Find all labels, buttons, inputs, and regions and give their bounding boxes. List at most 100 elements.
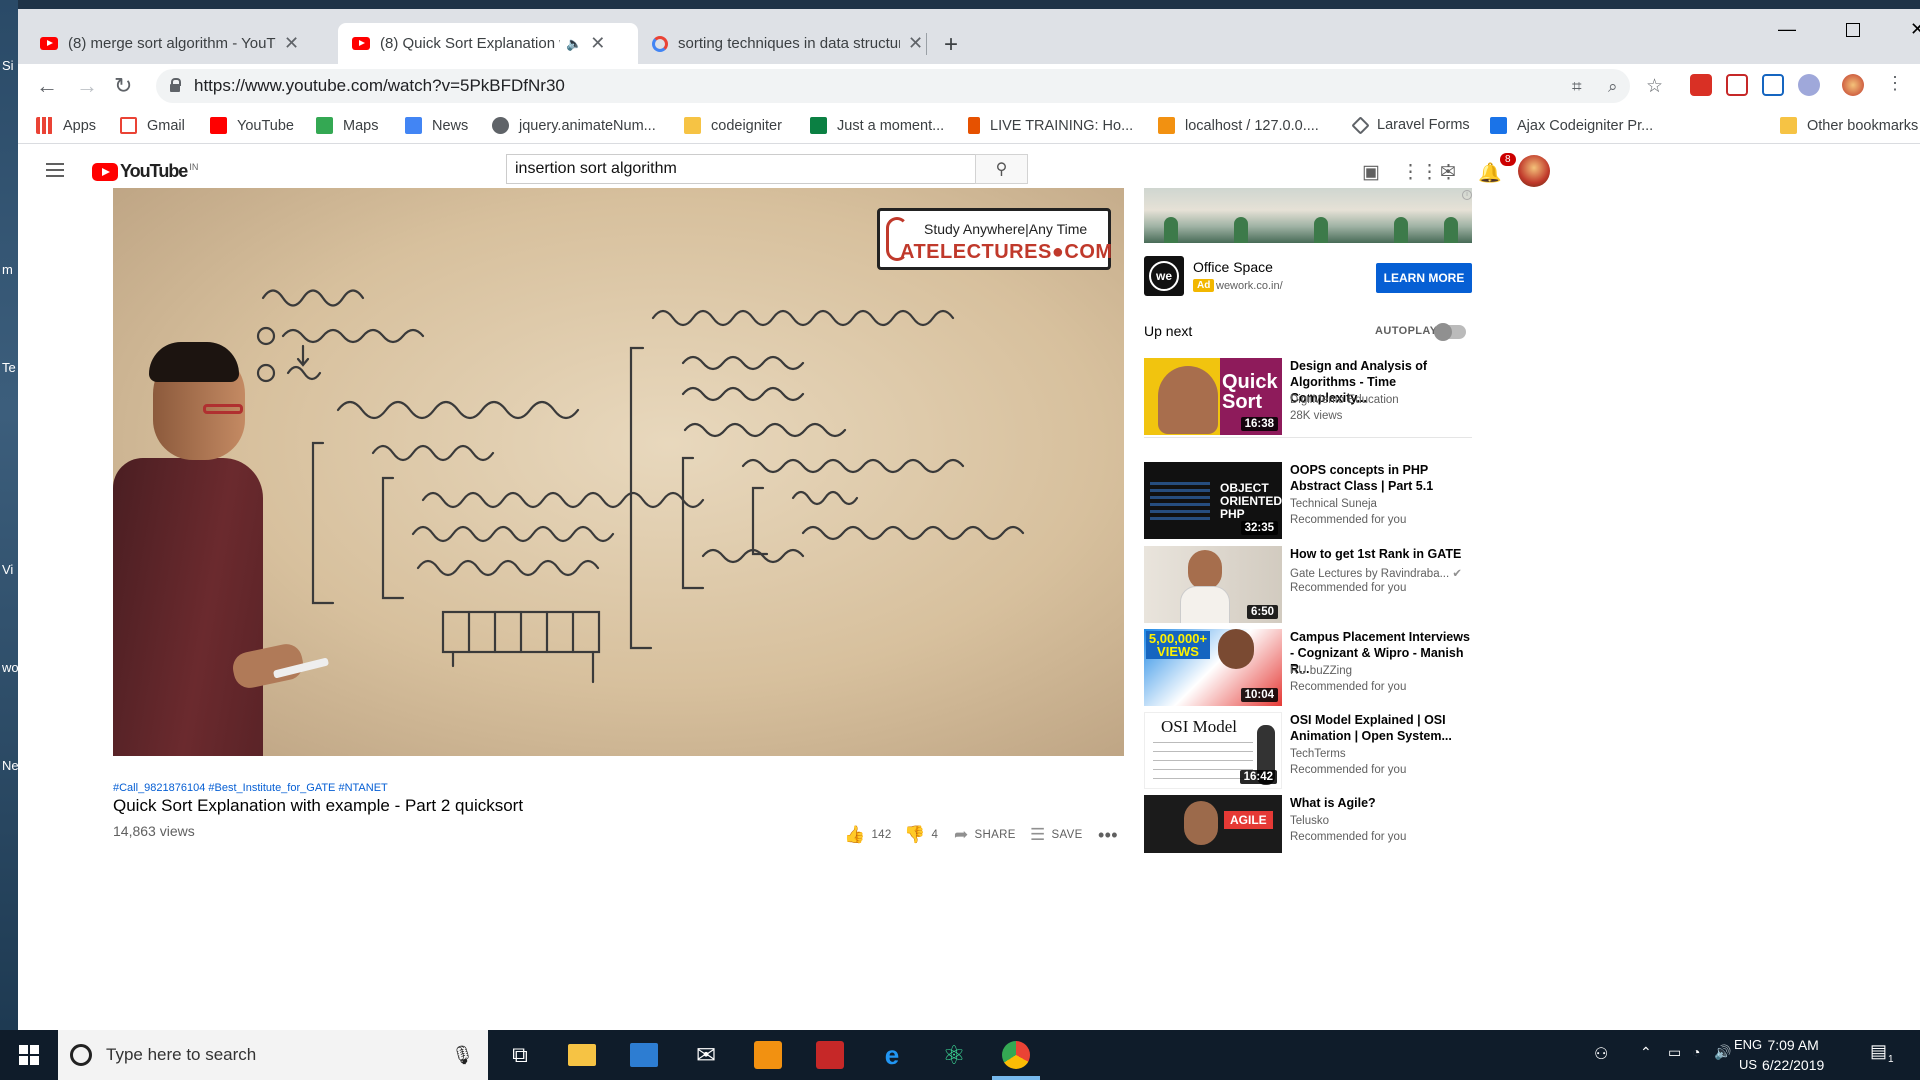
forward-icon[interactable]: → (76, 73, 98, 99)
minimize-icon[interactable]: — (1778, 19, 1796, 40)
bookmark-star-icon[interactable]: ☆ (1646, 75, 1663, 98)
zoom-icon[interactable]: ⌕ (1608, 77, 1618, 97)
like-button[interactable]: 👍 142 (844, 825, 892, 845)
battery-icon[interactable]: ▭ (1668, 1044, 1681, 1061)
ad-url: wework.co.in/ (1216, 280, 1283, 292)
menu-dots-icon[interactable]: ⋮ (1886, 73, 1904, 94)
bookmark-ajax-codeigniter[interactable]: Ajax Codeigniter Pr... (1490, 117, 1653, 134)
bookmark-jquery[interactable]: jquery.animateNum... (492, 117, 656, 134)
reload-icon[interactable]: ↻ (114, 73, 132, 99)
new-tab-icon[interactable]: + (944, 31, 958, 59)
bookmark-news[interactable]: News (405, 117, 468, 134)
address-bar[interactable]: https://www.youtube.com/watch?v=5PkBFDfN… (156, 69, 1663, 103)
url-text[interactable]: https://www.youtube.com/watch?v=5PkBFDfN… (194, 76, 565, 96)
extension-n-icon[interactable] (1762, 74, 1784, 96)
video-thumbnail[interactable]: AGILE (1144, 795, 1282, 853)
video-thumbnail[interactable]: Quick Sort 16:38 (1144, 358, 1282, 435)
bell-icon[interactable]: 🔔 (1478, 161, 1502, 185)
list-item[interactable]: OBJECT ORIENTED PHP 32:35 OOPS concepts … (1144, 462, 1474, 540)
close-icon[interactable]: ✕ (284, 33, 299, 54)
desktop-icon-label: Te (2, 360, 16, 375)
speaker-icon[interactable]: 🔈 (566, 36, 582, 52)
edge-icon[interactable]: e (878, 1040, 906, 1070)
close-icon[interactable]: ✕ (908, 33, 923, 54)
chevron-up-icon[interactable]: ⌃ (1640, 1044, 1652, 1061)
more-actions-icon[interactable]: ••• (1098, 825, 1118, 846)
extension-calendar-icon[interactable] (1690, 74, 1712, 96)
network-icon[interactable]: ◔ (1692, 1044, 1700, 1060)
youtube-logo[interactable]: YouTube IN (92, 161, 198, 182)
account-avatar[interactable] (1518, 155, 1550, 187)
video-player[interactable]: Study Anywhere|Any Time ATELECTURES●COM (113, 188, 1124, 756)
list-item[interactable]: AGILE What is Agile? Telusko Recommended… (1144, 795, 1474, 853)
close-icon[interactable]: ✕ (590, 33, 605, 54)
video-thumbnail[interactable]: OSI Model 16:42 (1144, 712, 1282, 789)
taskbar-search[interactable]: Type here to search 🎙 (58, 1030, 488, 1080)
bookmark-codeigniter[interactable]: codeigniter (684, 117, 782, 134)
video-thumbnail[interactable]: 5,00,000+ VIEWS 10:04 (1144, 629, 1282, 706)
share-button[interactable]: ➦ SHARE (954, 825, 1016, 845)
bookmark-youtube[interactable]: YouTube (210, 117, 294, 134)
w-icon (1490, 117, 1507, 134)
tab-merge-sort[interactable]: (8) merge sort algorithm - YouTube ✕ (26, 23, 338, 64)
lock-icon (170, 78, 181, 92)
clock[interactable]: 7:09 AM 6/22/2019 (1762, 1035, 1824, 1075)
maximize-icon[interactable] (1846, 23, 1860, 37)
bookmark-maps[interactable]: Maps (316, 117, 378, 134)
rec-meta: Recommended for you (1290, 681, 1407, 693)
microphone-icon[interactable]: 🎙 (451, 1045, 474, 1066)
bookmark-other[interactable]: Other bookmarks (1780, 117, 1918, 134)
extension-circle-icon[interactable] (1798, 74, 1820, 96)
list-item[interactable]: 5,00,000+ VIEWS 10:04 Campus Placement I… (1144, 629, 1474, 707)
video-thumbnail[interactable]: 6:50 (1144, 546, 1282, 623)
create-video-icon[interactable]: ▣ (1362, 161, 1380, 184)
mail-icon[interactable]: ✉ (692, 1041, 720, 1069)
start-button[interactable] (0, 1030, 58, 1080)
volume-icon[interactable]: 🔊 (1714, 1044, 1731, 1061)
file-explorer-icon[interactable] (568, 1044, 596, 1066)
menu-icon[interactable] (46, 163, 64, 177)
profile-avatar[interactable] (1842, 74, 1864, 96)
tab-sorting-techniques[interactable]: sorting techniques in data structure ✕ (638, 23, 938, 64)
atom-icon[interactable]: ⚛ (940, 1040, 968, 1070)
rec-meta: 28K views (1290, 410, 1343, 422)
translate-icon[interactable]: ⌗ (1572, 77, 1582, 97)
rec-title: What is Agile? (1290, 796, 1376, 810)
sublime-text-icon[interactable] (754, 1041, 782, 1069)
search-input[interactable]: insertion sort algorithm (506, 154, 976, 184)
video-hashtags[interactable]: #Call_9821876104 #Best_Institute_for_GAT… (113, 782, 388, 794)
chrome-icon[interactable] (1002, 1041, 1030, 1069)
close-window-icon[interactable]: ✕ (1910, 19, 1920, 40)
ad-title[interactable]: Office Space (1193, 259, 1273, 275)
bookmark-apps[interactable]: Apps (36, 117, 96, 134)
bookmark-gmail[interactable]: Gmail (120, 117, 185, 134)
tab-quick-sort[interactable]: (8) Quick Sort Explanation with example … (338, 23, 638, 64)
list-item[interactable]: OSI Model 16:42 OSI Model Explained | OS… (1144, 712, 1474, 790)
people-icon[interactable]: ⚇ (1594, 1044, 1608, 1064)
messages-icon[interactable]: ✉ (1440, 161, 1456, 184)
bookmark-just-a-moment[interactable]: Just a moment... (810, 117, 944, 134)
autoplay-label: AUTOPLAY (1375, 325, 1438, 337)
learn-more-button[interactable]: LEARN MORE (1376, 263, 1472, 293)
input-language[interactable]: ENG US (1734, 1035, 1762, 1075)
bookmark-live-training[interactable]: LIVE TRAINING: Ho... (968, 117, 1133, 134)
mcafee-icon[interactable] (816, 1041, 844, 1069)
dislike-button[interactable]: 👎 4 (904, 825, 938, 845)
list-item[interactable]: Quick Sort 16:38 Design and Analysis of … (1144, 358, 1474, 436)
list-item[interactable]: 6:50 How to get 1st Rank in GATE Gate Le… (1144, 546, 1474, 624)
extension-pocket-icon[interactable] (1726, 74, 1748, 96)
save-button[interactable]: ☰ SAVE (1030, 825, 1083, 845)
bookmark-localhost[interactable]: localhost / 127.0.0.... (1158, 117, 1319, 134)
autoplay-toggle[interactable] (1434, 323, 1466, 341)
search-button[interactable]: ⚲ (975, 154, 1028, 184)
ad-banner-image[interactable] (1144, 188, 1472, 243)
task-view-icon[interactable]: ⧉ (506, 1041, 534, 1069)
action-center-icon[interactable]: ▤ (1870, 1041, 1887, 1062)
back-icon[interactable]: ← (36, 73, 58, 99)
store-icon[interactable] (630, 1043, 658, 1067)
wework-logo[interactable]: we (1144, 256, 1184, 296)
bookmark-laravel-forms[interactable]: Laravel Forms (1351, 115, 1470, 135)
rec-meta: Recommended for you (1290, 582, 1407, 594)
ad-info-icon[interactable]: i (1462, 190, 1472, 200)
video-thumbnail[interactable]: OBJECT ORIENTED PHP 32:35 (1144, 462, 1282, 539)
